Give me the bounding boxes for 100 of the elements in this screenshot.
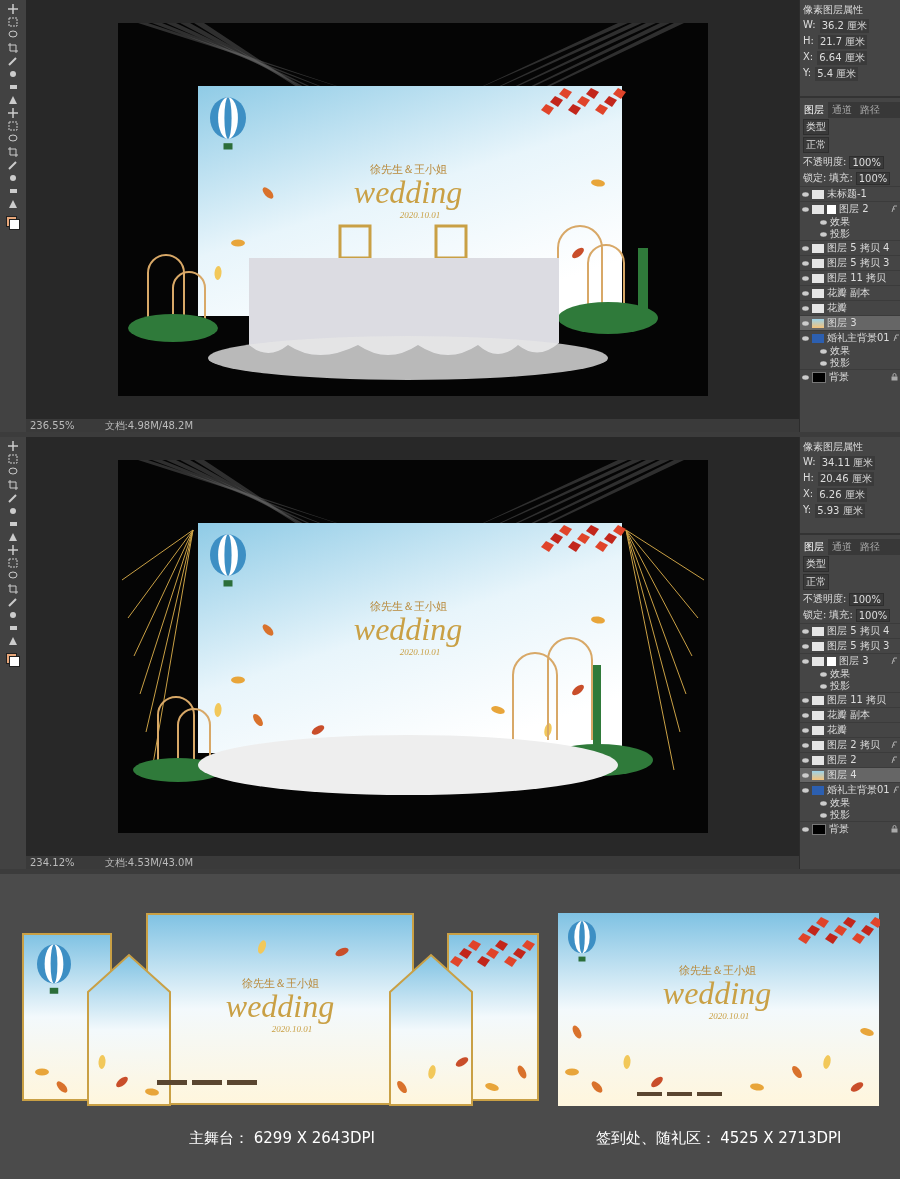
eye-icon[interactable] bbox=[802, 260, 809, 266]
layer-item[interactable]: 图层 3 bbox=[800, 653, 900, 668]
effect-name: 投影 bbox=[830, 808, 850, 822]
eye-icon[interactable] bbox=[802, 191, 809, 197]
eye-icon[interactable] bbox=[802, 757, 809, 763]
layer-item[interactable]: 背景 bbox=[800, 821, 900, 836]
zoom-level: 234.12% bbox=[30, 857, 75, 868]
layer-item[interactable]: 图层 5 拷贝 4 bbox=[800, 240, 900, 255]
layer-name: 未标题-1 bbox=[827, 187, 867, 201]
layer-thumbnail bbox=[812, 785, 824, 795]
layer-item[interactable]: 婚礼主背景01 bbox=[800, 330, 900, 345]
fill-field[interactable]: 100% bbox=[855, 608, 891, 622]
panel-tab[interactable]: 路径 bbox=[856, 539, 884, 555]
eye-icon[interactable] bbox=[802, 320, 809, 326]
panel-tab[interactable]: 图层 bbox=[800, 102, 828, 118]
blend-mode-dropdown[interactable]: 正常 bbox=[803, 574, 829, 590]
layer-item[interactable]: 图层 11 拷贝 bbox=[800, 270, 900, 285]
layer-item[interactable]: 图层 11 拷贝 bbox=[800, 692, 900, 707]
layer-name: 图层 3 bbox=[839, 654, 869, 668]
tool-icon[interactable] bbox=[8, 480, 18, 490]
input-field[interactable]: 21.7 厘米 bbox=[817, 35, 868, 49]
input-field[interactable]: 20.46 厘米 bbox=[817, 472, 874, 486]
tool-icon[interactable] bbox=[8, 147, 18, 157]
wedding-date: 2020.10.01 bbox=[399, 647, 440, 657]
effect-name: 投影 bbox=[830, 227, 850, 241]
properties-title: 像素图层属性 bbox=[803, 3, 864, 17]
panel-tab[interactable]: 通道 bbox=[828, 539, 856, 555]
panel-tab[interactable]: 图层 bbox=[800, 539, 828, 555]
panel-tab[interactable]: 路径 bbox=[856, 102, 884, 118]
layer-item[interactable]: 花瓣 副本 bbox=[800, 707, 900, 722]
properties-title: 像素图层属性 bbox=[803, 440, 864, 454]
effect-name: 投影 bbox=[830, 679, 850, 693]
layer-item[interactable]: 图层 4 bbox=[800, 767, 900, 782]
eye-icon[interactable] bbox=[802, 290, 809, 296]
eye-icon[interactable] bbox=[802, 275, 809, 281]
layer-item[interactable]: 图层 5 拷贝 3 bbox=[800, 638, 900, 653]
tool-icon[interactable] bbox=[8, 108, 18, 118]
tool-icon[interactable] bbox=[8, 545, 18, 555]
input-field[interactable]: 6.64 厘米 bbox=[817, 51, 867, 65]
eye-icon[interactable] bbox=[802, 658, 809, 664]
field-label: Y: bbox=[803, 67, 812, 80]
tool-icon[interactable] bbox=[8, 43, 18, 53]
layer-item[interactable]: 图层 5 拷贝 3 bbox=[800, 255, 900, 270]
input-field[interactable]: 36.2 厘米 bbox=[819, 19, 870, 33]
input-field[interactable]: 5.4 厘米 bbox=[815, 67, 859, 81]
layer-thumbnail bbox=[812, 695, 824, 705]
opacity-field[interactable]: 100% bbox=[849, 592, 884, 606]
color-swatch[interactable] bbox=[6, 216, 20, 230]
fill-label: 填充: bbox=[829, 608, 853, 622]
size-caption: 主舞台： 6299 X 2643DPI bbox=[189, 1129, 375, 1148]
eye-icon[interactable] bbox=[802, 628, 809, 634]
layer-item[interactable]: 花瓣 bbox=[800, 722, 900, 737]
field-label: H: bbox=[803, 35, 814, 48]
eye-icon[interactable] bbox=[802, 374, 809, 380]
input-field[interactable]: 34.11 厘米 bbox=[819, 456, 876, 470]
zoom-level: 236.55% bbox=[30, 420, 75, 431]
tool-icon[interactable] bbox=[8, 584, 18, 594]
layer-name: 背景 bbox=[829, 370, 849, 384]
effect-name: 效果 bbox=[830, 796, 850, 810]
layer-item[interactable]: 图层 2 bbox=[800, 201, 900, 216]
eye-icon[interactable] bbox=[802, 727, 809, 733]
eye-icon[interactable] bbox=[802, 712, 809, 718]
eye-icon[interactable] bbox=[802, 245, 809, 251]
layer-item[interactable]: 图层 3 bbox=[800, 315, 900, 330]
wedding-title: wedding bbox=[353, 611, 462, 647]
lock-label: 锁定: bbox=[803, 608, 827, 622]
layer-item[interactable]: 图层 2 拷贝 bbox=[800, 737, 900, 752]
panel-tab[interactable]: 通道 bbox=[828, 102, 856, 118]
fill-field[interactable]: 100% bbox=[855, 171, 891, 185]
layer-item[interactable]: 图层 5 拷贝 4 bbox=[800, 623, 900, 638]
layer-item[interactable]: 背景 bbox=[800, 369, 900, 384]
eye-icon[interactable] bbox=[802, 643, 809, 649]
input-field[interactable]: 5.93 厘米 bbox=[815, 504, 865, 518]
eye-icon[interactable] bbox=[802, 697, 809, 703]
filter-dropdown[interactable]: 类型 bbox=[803, 556, 829, 572]
layer-name: 图层 11 拷贝 bbox=[827, 693, 887, 707]
layer-item[interactable]: 花瓣 副本 bbox=[800, 285, 900, 300]
blend-mode-dropdown[interactable]: 正常 bbox=[803, 137, 829, 153]
eye-icon[interactable] bbox=[802, 335, 809, 341]
eye-icon[interactable] bbox=[802, 787, 809, 793]
eye-icon[interactable] bbox=[802, 772, 809, 778]
tool-icon[interactable] bbox=[8, 4, 18, 14]
layer-name: 图层 11 拷贝 bbox=[827, 271, 887, 285]
layer-item[interactable]: 未标题-1 bbox=[800, 186, 900, 201]
color-swatch[interactable] bbox=[6, 653, 20, 667]
filter-dropdown[interactable]: 类型 bbox=[803, 119, 829, 135]
layer-name: 花瓣 副本 bbox=[827, 286, 871, 300]
eye-icon[interactable] bbox=[802, 742, 809, 748]
field-label: W: bbox=[803, 456, 816, 469]
tool-icon[interactable] bbox=[8, 441, 18, 451]
layer-thumbnail bbox=[812, 288, 824, 298]
opacity-field[interactable]: 100% bbox=[849, 155, 884, 169]
input-field[interactable]: 6.26 厘米 bbox=[817, 488, 867, 502]
layer-item[interactable]: 婚礼主背景01 bbox=[800, 782, 900, 797]
wedding-date: 2020.10.01 bbox=[708, 1011, 750, 1021]
eye-icon[interactable] bbox=[802, 206, 809, 212]
opacity-label: 不透明度: bbox=[803, 592, 847, 606]
eye-icon[interactable] bbox=[802, 826, 809, 832]
eye-icon[interactable] bbox=[802, 305, 809, 311]
layer-thumbnail bbox=[812, 641, 824, 651]
